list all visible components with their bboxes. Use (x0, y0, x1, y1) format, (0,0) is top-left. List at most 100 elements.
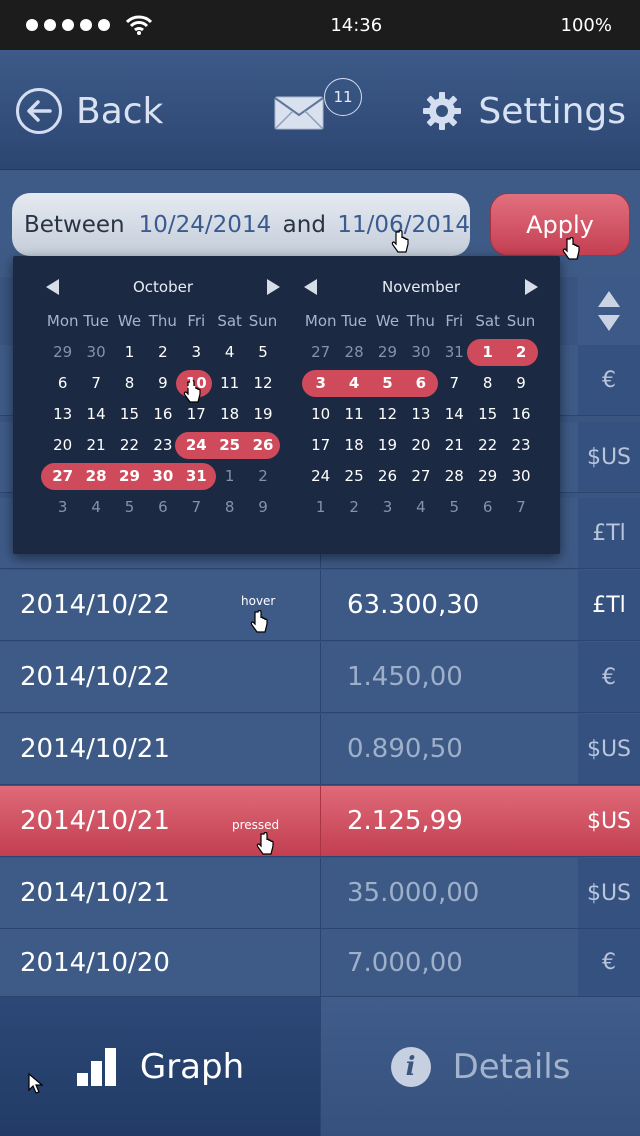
calendar-day[interactable]: 11 (213, 368, 246, 399)
calendar-day[interactable]: 5 (246, 337, 279, 368)
calendar-day[interactable]: 12 (246, 368, 279, 399)
calendar-day-selected[interactable]: 31 (180, 461, 213, 492)
calendar-day[interactable]: 9 (504, 368, 537, 399)
calendar-day-selected[interactable]: 26 (246, 430, 279, 461)
calendar-day[interactable]: 6 (46, 368, 79, 399)
calendar-day-selected[interactable]: 1 (471, 337, 504, 368)
calendar-day[interactable]: 7 (180, 492, 213, 523)
calendar-day[interactable]: 31 (438, 337, 471, 368)
next-month-arrow-icon[interactable] (525, 279, 538, 295)
prev-month-arrow-icon[interactable] (46, 279, 59, 295)
calendar-day[interactable]: 22 (471, 430, 504, 461)
calendar-day[interactable]: 14 (438, 399, 471, 430)
calendar-day[interactable]: 27 (404, 461, 437, 492)
calendar-day[interactable]: 29 (46, 337, 79, 368)
calendar-day[interactable]: 16 (146, 399, 179, 430)
calendar-day[interactable]: 4 (404, 492, 437, 523)
calendar-day[interactable]: 15 (471, 399, 504, 430)
calendar-day[interactable]: 19 (371, 430, 404, 461)
calendar-day[interactable]: 28 (438, 461, 471, 492)
calendar-day[interactable]: 4 (79, 492, 112, 523)
calendar-day[interactable]: 1 (213, 461, 246, 492)
calendar-day[interactable]: 20 (46, 430, 79, 461)
table-row[interactable]: 2014/10/21 35.000,00 $US (0, 858, 640, 929)
calendar-day[interactable]: 6 (146, 492, 179, 523)
calendar-day[interactable]: 17 (180, 399, 213, 430)
calendar-day[interactable]: 17 (304, 430, 337, 461)
calendar-day[interactable]: 8 (471, 368, 504, 399)
tab-details[interactable]: i Details (320, 997, 640, 1136)
table-row-hover[interactable]: 2014/10/22 63.300,30 £Tl hover (0, 570, 640, 641)
prev-month-arrow-icon[interactable] (304, 279, 317, 295)
calendar-day[interactable]: 14 (79, 399, 112, 430)
calendar-day[interactable]: 30 (404, 337, 437, 368)
calendar-day[interactable]: 3 (180, 337, 213, 368)
calendar-day[interactable]: 19 (246, 399, 279, 430)
calendar-day[interactable]: 9 (146, 368, 179, 399)
calendar-day[interactable]: 28 (337, 337, 370, 368)
calendar-day[interactable]: 7 (438, 368, 471, 399)
calendar-day[interactable]: 18 (213, 399, 246, 430)
calendar-day[interactable]: 21 (79, 430, 112, 461)
calendar-day[interactable]: 3 (371, 492, 404, 523)
calendar-day-selected[interactable]: 4 (337, 368, 370, 399)
table-row[interactable]: 2014/10/20 7.000,00 € (0, 929, 640, 997)
calendar-day[interactable]: 1 (113, 337, 146, 368)
next-month-arrow-icon[interactable] (267, 279, 280, 295)
calendar-day[interactable]: 15 (113, 399, 146, 430)
calendar-day[interactable]: 9 (246, 492, 279, 523)
calendar-day[interactable]: 30 (79, 337, 112, 368)
calendar-day[interactable]: 10 (304, 399, 337, 430)
calendar-day[interactable]: 7 (504, 492, 537, 523)
calendar-day-selected[interactable]: 6 (404, 368, 437, 399)
calendar-day[interactable]: 4 (213, 337, 246, 368)
calendar-day[interactable]: 21 (438, 430, 471, 461)
calendar-day[interactable]: 16 (504, 399, 537, 430)
calendar-day[interactable]: 18 (337, 430, 370, 461)
back-button[interactable]: Back (16, 86, 163, 136)
calendar-day-selected[interactable]: 28 (79, 461, 112, 492)
calendar-day[interactable]: 1 (304, 492, 337, 523)
calendar-day[interactable]: 11 (337, 399, 370, 430)
calendar-day-selected[interactable]: 25 (213, 430, 246, 461)
calendar-day[interactable]: 30 (504, 461, 537, 492)
calendar-day[interactable]: 24 (304, 461, 337, 492)
calendar-day[interactable]: 13 (404, 399, 437, 430)
calendar-day[interactable]: 23 (146, 430, 179, 461)
tab-graph[interactable]: Graph (0, 997, 320, 1136)
calendar-day[interactable]: 8 (213, 492, 246, 523)
calendar-day[interactable]: 29 (371, 337, 404, 368)
calendar-day-selected[interactable]: 24 (180, 430, 213, 461)
calendar-day-hover[interactable]: 10 (180, 368, 213, 399)
calendar-day-selected[interactable]: 30 (146, 461, 179, 492)
calendar-day[interactable]: 27 (304, 337, 337, 368)
messages-button[interactable]: 11 (274, 78, 374, 148)
calendar-day[interactable]: 25 (337, 461, 370, 492)
calendar-day-selected[interactable]: 3 (304, 368, 337, 399)
calendar-day[interactable]: 3 (46, 492, 79, 523)
calendar-day[interactable]: 2 (146, 337, 179, 368)
calendar-day-selected[interactable]: 5 (371, 368, 404, 399)
settings-button[interactable]: Settings (422, 86, 626, 136)
calendar-day[interactable]: 26 (371, 461, 404, 492)
start-date-value[interactable]: 10/24/2014 (139, 212, 272, 238)
calendar-day[interactable]: 6 (471, 492, 504, 523)
calendar-day-selected[interactable]: 2 (504, 337, 537, 368)
calendar-day-selected[interactable]: 27 (46, 461, 79, 492)
calendar-day[interactable]: 7 (79, 368, 112, 399)
table-row[interactable]: 2014/10/21 0.890,50 $US (0, 714, 640, 785)
calendar-day[interactable]: 2 (337, 492, 370, 523)
table-row-pressed[interactable]: 2014/10/21 2.125,99 $US pressed (0, 786, 640, 857)
calendar-day[interactable]: 22 (113, 430, 146, 461)
calendar-day-selected[interactable]: 29 (113, 461, 146, 492)
calendar-day[interactable]: 5 (113, 492, 146, 523)
calendar-day[interactable]: 13 (46, 399, 79, 430)
calendar-day[interactable]: 23 (504, 430, 537, 461)
table-row[interactable]: 2014/10/22 1.450,00 € (0, 642, 640, 713)
calendar-day[interactable]: 12 (371, 399, 404, 430)
apply-button[interactable]: Apply (490, 193, 630, 256)
calendar-day[interactable]: 5 (438, 492, 471, 523)
calendar-day[interactable]: 20 (404, 430, 437, 461)
calendar-day[interactable]: 2 (246, 461, 279, 492)
calendar-day[interactable]: 29 (471, 461, 504, 492)
